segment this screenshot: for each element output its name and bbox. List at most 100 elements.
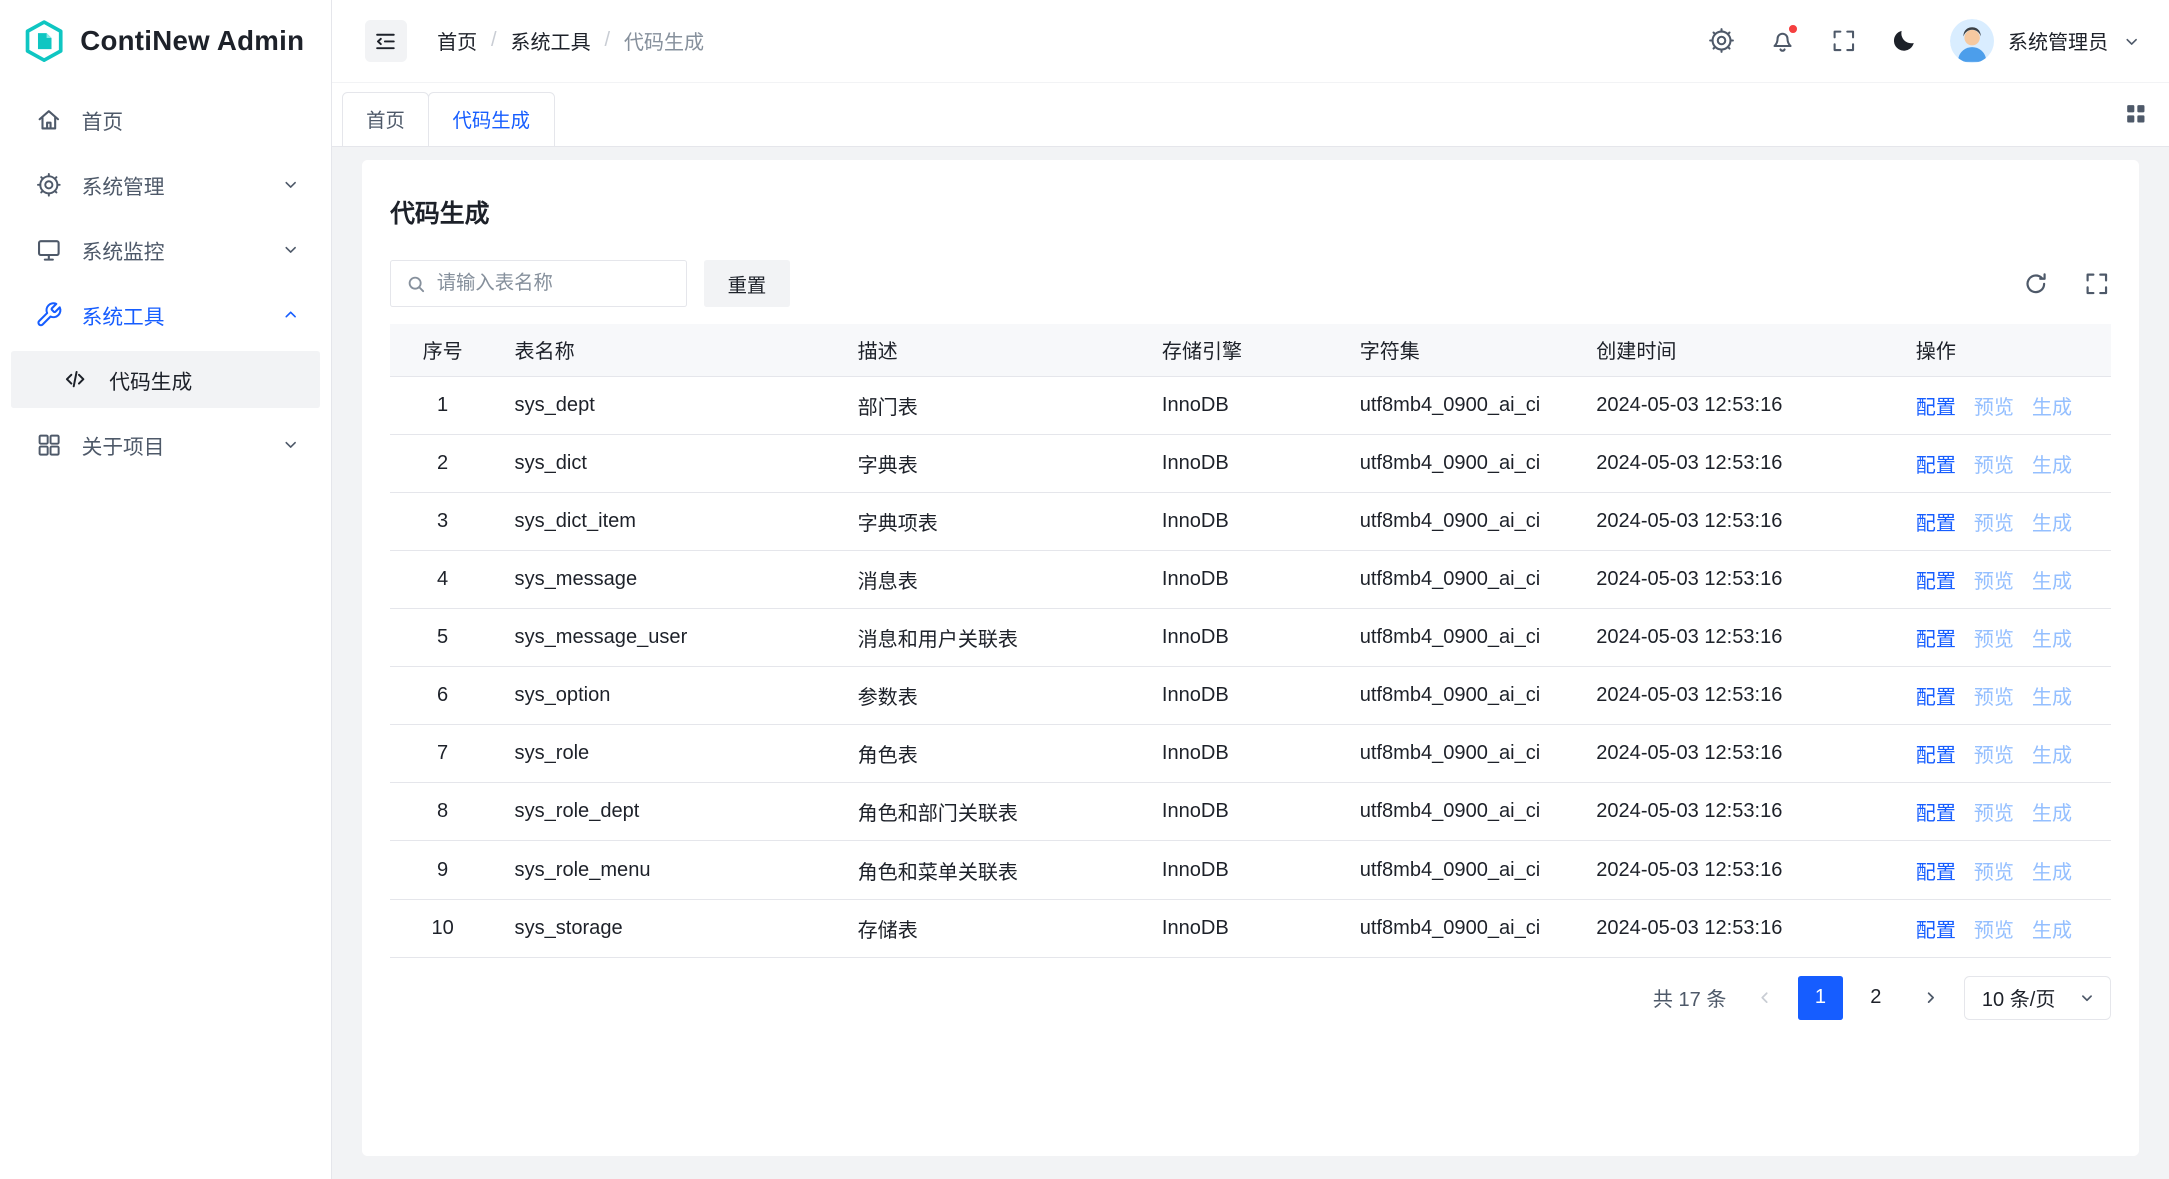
cell-created-time: 2024-05-03 12:53:16 <box>1577 899 1897 957</box>
fullscreen-icon <box>1830 27 1858 55</box>
action-config[interactable]: 配置 <box>1916 571 1956 593</box>
sidebar-item-code-generation[interactable]: 代码生成 <box>11 351 320 408</box>
breadcrumb-item-system-tools[interactable]: 系统工具 <box>510 26 590 55</box>
action-generate[interactable]: 生成 <box>2032 862 2072 884</box>
sidebar-item-about[interactable]: 关于项目 <box>11 416 320 473</box>
tab-home[interactable]: 首页 <box>342 92 430 146</box>
cell-description: 存储表 <box>838 899 1142 957</box>
breadcrumb-item-current: 代码生成 <box>624 26 704 55</box>
cell-description: 消息和用户关联表 <box>838 609 1142 667</box>
cell-engine: InnoDB <box>1143 551 1341 609</box>
pagination-page-1[interactable]: 1 <box>1798 976 1842 1020</box>
action-preview[interactable]: 预览 <box>1974 687 2014 709</box>
action-config[interactable]: 配置 <box>1916 397 1956 419</box>
fullscreen-button[interactable] <box>1828 26 1858 56</box>
action-generate[interactable]: 生成 <box>2032 629 2072 651</box>
page-size-select[interactable]: 10 条/页 <box>1964 976 2111 1020</box>
user-menu[interactable]: 系统管理员 <box>1950 19 2142 63</box>
wrench-icon <box>35 301 63 329</box>
sidebar-collapse-button[interactable] <box>365 20 406 61</box>
action-preview[interactable]: 预览 <box>1974 862 2014 884</box>
table-row: 6sys_option参数表InnoDButf8mb4_0900_ai_ci20… <box>390 667 2111 725</box>
action-generate[interactable]: 生成 <box>2032 397 2072 419</box>
action-generate[interactable]: 生成 <box>2032 455 2072 477</box>
action-config[interactable]: 配置 <box>1916 687 1956 709</box>
pagination-prev-button[interactable] <box>1743 976 1787 1020</box>
action-generate[interactable]: 生成 <box>2032 687 2072 709</box>
sidebar-item-home[interactable]: 首页 <box>11 91 320 148</box>
sidebar-item-label: 系统监控 <box>82 235 262 265</box>
column-header-charset: 字符集 <box>1340 324 1577 377</box>
refresh-button[interactable] <box>2022 270 2050 298</box>
action-generate[interactable]: 生成 <box>2032 920 2072 942</box>
sidebar-item-system-management[interactable]: 系统管理 <box>11 156 320 213</box>
cell-index: 2 <box>390 434 495 492</box>
table-row: 5sys_message_user消息和用户关联表InnoDButf8mb4_0… <box>390 609 2111 667</box>
action-preview[interactable]: 预览 <box>1974 629 2014 651</box>
action-config[interactable]: 配置 <box>1916 455 1956 477</box>
action-config[interactable]: 配置 <box>1916 862 1956 884</box>
main-column: 首页 / 系统工具 / 代码生成 <box>332 0 2169 1179</box>
sidebar-item-label: 代码生成 <box>109 365 300 395</box>
page-title: 代码生成 <box>390 194 2111 230</box>
table-row: 7sys_role角色表InnoDButf8mb4_0900_ai_ci2024… <box>390 725 2111 783</box>
action-preview[interactable]: 预览 <box>1974 920 2014 942</box>
cell-actions: 配置预览生成 <box>1896 551 2111 609</box>
cell-index: 7 <box>390 725 495 783</box>
logo[interactable]: ContiNew Admin <box>0 0 331 83</box>
breadcrumb-item-home[interactable]: 首页 <box>437 26 477 55</box>
cell-engine: InnoDB <box>1143 667 1341 725</box>
search-input[interactable] <box>437 272 673 295</box>
action-config[interactable]: 配置 <box>1916 745 1956 767</box>
pagination-page-2[interactable]: 2 <box>1854 976 1898 1020</box>
sidebar-item-system-tools[interactable]: 系统工具 <box>11 286 320 343</box>
reset-button[interactable]: 重置 <box>704 260 790 307</box>
cell-charset: utf8mb4_0900_ai_ci <box>1340 376 1577 434</box>
cell-index: 3 <box>390 492 495 550</box>
action-config[interactable]: 配置 <box>1916 920 1956 942</box>
action-preview[interactable]: 预览 <box>1974 397 2014 419</box>
action-preview[interactable]: 预览 <box>1974 571 2014 593</box>
action-config[interactable]: 配置 <box>1916 803 1956 825</box>
notifications-button[interactable] <box>1767 26 1797 56</box>
monitor-icon <box>35 236 63 264</box>
cell-created-time: 2024-05-03 12:53:16 <box>1577 667 1897 725</box>
table-fullscreen-button[interactable] <box>2083 270 2111 298</box>
action-generate[interactable]: 生成 <box>2032 571 2072 593</box>
action-config[interactable]: 配置 <box>1916 629 1956 651</box>
tab-code-generation[interactable]: 代码生成 <box>428 92 554 146</box>
tab-bar: 首页 代码生成 <box>332 83 2169 147</box>
sidebar-item-label: 首页 <box>82 105 301 135</box>
settings-button[interactable] <box>1706 26 1736 56</box>
cell-engine: InnoDB <box>1143 609 1341 667</box>
cell-charset: utf8mb4_0900_ai_ci <box>1340 492 1577 550</box>
action-config[interactable]: 配置 <box>1916 513 1956 535</box>
chevron-down-icon <box>281 435 300 454</box>
cell-engine: InnoDB <box>1143 434 1341 492</box>
code-icon <box>62 366 90 394</box>
action-generate[interactable]: 生成 <box>2032 803 2072 825</box>
cell-created-time: 2024-05-03 12:53:16 <box>1577 434 1897 492</box>
chevron-down-icon <box>281 240 300 259</box>
action-preview[interactable]: 预览 <box>1974 803 2014 825</box>
pagination-next-button[interactable] <box>1909 976 1953 1020</box>
action-preview[interactable]: 预览 <box>1974 745 2014 767</box>
sidebar-item-system-monitor[interactable]: 系统监控 <box>11 221 320 278</box>
action-preview[interactable]: 预览 <box>1974 455 2014 477</box>
column-header-table-name: 表名称 <box>495 324 838 377</box>
action-generate[interactable]: 生成 <box>2032 513 2072 535</box>
cell-charset: utf8mb4_0900_ai_ci <box>1340 551 1577 609</box>
cell-created-time: 2024-05-03 12:53:16 <box>1577 551 1897 609</box>
cell-index: 5 <box>390 609 495 667</box>
cell-created-time: 2024-05-03 12:53:16 <box>1577 725 1897 783</box>
column-header-index: 序号 <box>390 324 495 377</box>
action-preview[interactable]: 预览 <box>1974 513 2014 535</box>
notification-badge-dot <box>1788 24 1798 34</box>
dark-mode-button[interactable] <box>1889 26 1919 56</box>
cell-table-name: sys_option <box>495 667 838 725</box>
grid-icon <box>35 431 63 459</box>
tab-actions-button[interactable] <box>2122 100 2150 128</box>
action-generate[interactable]: 生成 <box>2032 745 2072 767</box>
toolbar: 重置 <box>390 260 2111 307</box>
gear-icon <box>35 171 63 199</box>
